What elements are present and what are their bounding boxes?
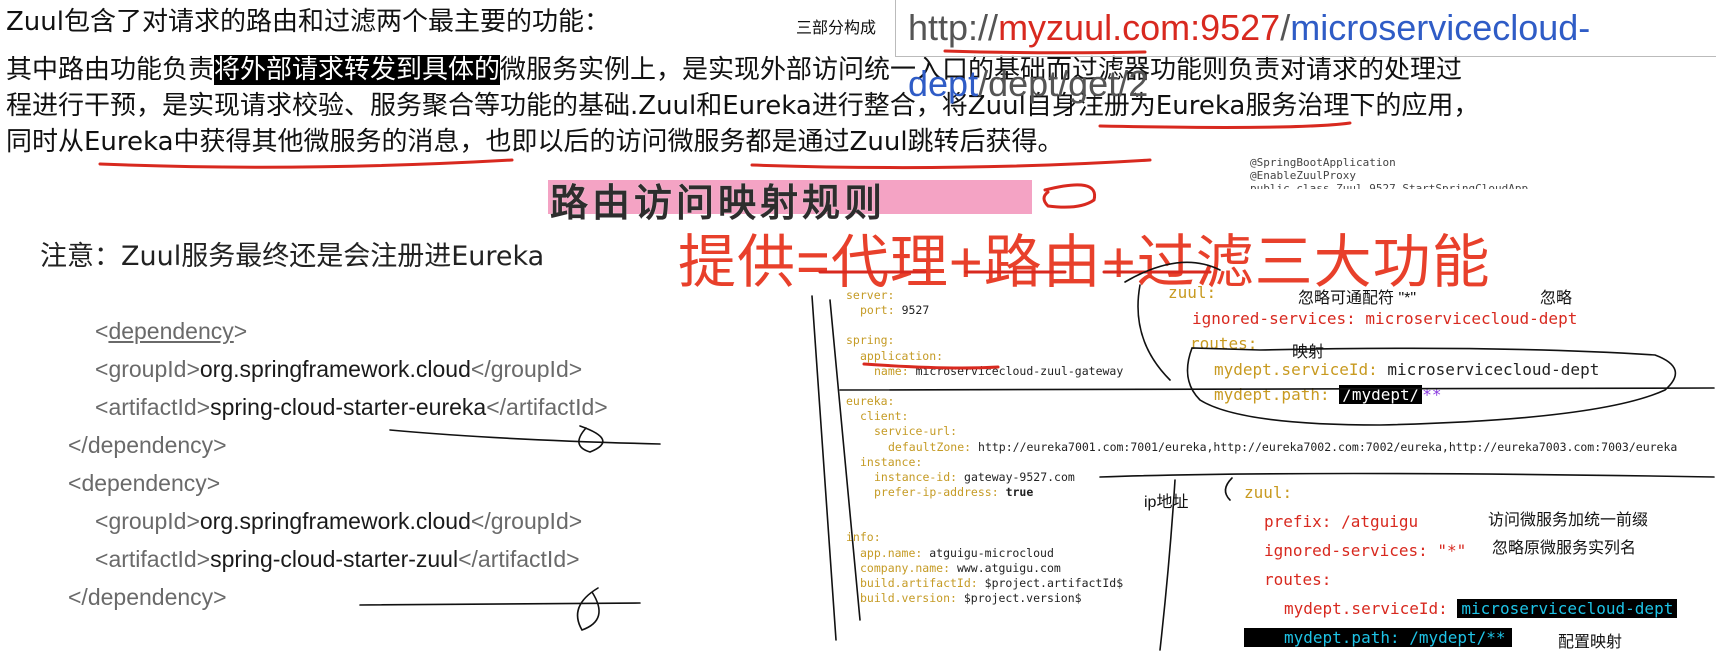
dep1-group: org.springframework.cloud [199,356,471,382]
zuul-routes-advanced: zuul: prefix: /atguigu ignored-services:… [1244,478,1678,652]
intro-line-2-start: 其中路由功能负责 [6,55,215,85]
zuul2-root: zuul: [1244,483,1293,502]
zuul2-service-id: mydept.serviceId: microservicecloud-dept [1244,594,1678,623]
note-prefix: 访问微服务加统一前缀 [1488,512,1649,529]
url-example: http://myzuul.com:9527/microservicecloud… [895,0,1716,104]
dependency-open-1: <dependency> [95,318,248,344]
dependency-open-2: <dependency> [68,470,221,496]
note-mapping: 映射 [1292,344,1325,361]
note-ignore-wildcard: 忽略可通配符 "*" [1298,290,1417,307]
intro-line-2: 其中路由功能负责将外部请求转发到具体的微服务实例上，是实现外部访问统一入口的基础… [6,52,1462,88]
yml-client: client: [860,409,909,424]
zuul2-routes: routes: [1264,570,1332,589]
tagline-proxy: 代理 [830,230,949,295]
dependency-close-1: </dependency> [68,432,227,458]
note-ip-address: ip地址 [1144,494,1189,511]
yml-default-zone: defaultZone: http://eureka7001.com:7001/… [888,439,1678,454]
url-host: myzuul.com:9527 [998,7,1281,48]
dep2-artifact-line: <artifactId>spring-cloud-starter-zuul</a… [95,546,580,572]
underline-through-zuul [750,158,1152,170]
note-config-mapping: 配置映射 [1558,634,1623,651]
zuul1-path: mydept.path: /mydept/** [1214,385,1442,404]
zuul1-ignored: ignored-services: microservicecloud-dept [1192,308,1578,328]
intro-line-4: 同时从Eureka中获得其他微服务的消息，也即以后的访问微服务都是通过Zuul跳… [6,127,1064,157]
tagline-provide: 提供= [678,230,831,295]
intro-line-3: 程进行干预，是实现请求校验、服务聚合等功能的基础.Zuul和Eureka进行整合… [6,91,1480,121]
spring-boot-annotation: @SpringBootApplication [1250,156,1396,169]
underline-get-services [98,158,514,169]
zuul1-service-id: mydept.serviceId: microservicecloud-dept [1214,359,1600,379]
dep2-artifact: spring-cloud-starter-zuul [210,546,459,572]
yml-service-url: service-url: [874,424,958,439]
enable-zuul-annotation: @EnableZuulProxy [1250,169,1356,182]
dep2-group: org.springframework.cloud [199,508,471,534]
tagline-plus-1: + [948,230,984,295]
class-declaration: public class Zuul_9527_StartSpringCloudA… [1250,182,1529,189]
dependency-xml: <dependency> <groupId>org.springframewor… [68,312,608,616]
url-path: /dept/get/2 [978,63,1149,104]
intro-highlight: 将外部请求转发到具体的 [214,55,501,85]
tagline-plus-2: + [1101,230,1137,295]
note-ignore: 忽略 [1540,290,1573,307]
dep1-artifact-line: <artifactId>spring-cloud-starter-eureka<… [95,394,608,420]
dep2-group-line: <groupId>org.springframework.cloud</grou… [95,508,583,534]
intro-line-1: Zuul包含了对请求的路由和过滤两个最主要的功能： [6,7,610,37]
url-parts-label: 三部分构成 [796,18,877,37]
dep1-group-line: <groupId>org.springframework.cloud</grou… [95,356,583,382]
url-separator: / [1280,7,1291,48]
note-ignore-original: 忽略原微服务实列名 [1492,540,1637,557]
register-note: 注意：Zuul服务最终还是会注册进Eureka [40,241,545,272]
ink-line-left-1 [811,295,837,641]
zuul1-routes: routes: [1190,334,1258,353]
ink-circle-banner [1042,183,1097,209]
yml-instance: instance: [860,454,923,469]
dependency-close-2: </dependency> [68,584,227,610]
tagline-routing: 路由 [983,230,1102,295]
annotation-snippet: @SpringBootApplication @EnableZuulProxy … [1250,156,1528,189]
url-scheme: http:// [908,7,999,48]
dep1-artifact: spring-cloud-starter-eureka [210,394,487,420]
